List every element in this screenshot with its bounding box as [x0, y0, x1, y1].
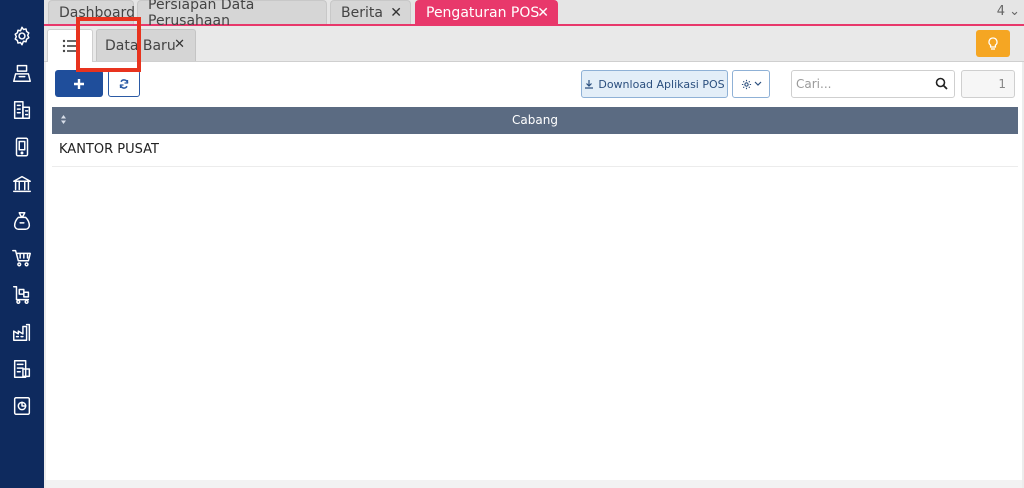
tab-berita[interactable]: Berita ✕ — [330, 0, 411, 24]
cashier-icon[interactable] — [10, 61, 34, 85]
download-pos-app-button[interactable]: Download Aplikasi POS — [581, 70, 728, 98]
tab-dashboard[interactable]: Dashboard — [48, 0, 135, 24]
list-view-tab[interactable] — [47, 29, 93, 62]
tab-label: Pengaturan POS — [426, 4, 540, 21]
subtab-bar: Data Baru ✕ — [44, 26, 1024, 62]
tab-bar: Dashboard Persiapan Data Perusahaan Beri… — [44, 0, 1024, 29]
column-header-cabang[interactable]: Cabang — [52, 107, 1018, 134]
add-button[interactable] — [55, 70, 103, 97]
sidebar — [0, 0, 44, 488]
report-icon[interactable] — [10, 394, 34, 418]
bank-icon[interactable] — [10, 172, 34, 196]
sort-icon[interactable] — [60, 114, 67, 125]
close-icon[interactable]: ✕ — [537, 5, 549, 21]
lightbulb-button[interactable] — [976, 30, 1010, 57]
main-area: Dashboard Persiapan Data Perusahaan Beri… — [44, 0, 1024, 488]
search-icon[interactable] — [935, 77, 948, 90]
download-label: Download Aplikasi POS — [598, 77, 725, 91]
plus-icon — [74, 78, 84, 89]
search-input[interactable] — [796, 75, 932, 93]
settings-dropdown-button[interactable] — [732, 70, 770, 98]
factory-icon[interactable] — [10, 320, 34, 344]
table-row[interactable]: KANTOR PUSAT — [52, 134, 1018, 167]
tab-label: Dashboard — [59, 4, 135, 21]
chevron-down-icon — [754, 81, 761, 86]
tab-label: Data Baru — [105, 37, 176, 54]
tab-label: Berita — [341, 4, 383, 21]
page-number-field[interactable]: 1 — [961, 70, 1015, 98]
tax-document-icon[interactable] — [10, 357, 34, 381]
toolbar: Download Aplikasi POS 1 — [46, 62, 1022, 106]
gear-icon — [741, 79, 751, 89]
gear-icon[interactable] — [10, 24, 34, 48]
tab-data-baru[interactable]: Data Baru ✕ — [96, 29, 196, 61]
building-icon[interactable] — [10, 98, 34, 122]
chevron-down-icon: ⌄ — [1004, 4, 1020, 19]
refresh-icon — [119, 78, 129, 89]
tab-persiapan-data-perusahaan[interactable]: Persiapan Data Perusahaan — [137, 0, 327, 29]
horizontal-scrollbar[interactable] — [46, 480, 1022, 488]
lightbulb-icon — [988, 36, 998, 50]
close-icon[interactable]: ✕ — [390, 5, 402, 21]
money-bag-icon[interactable] — [10, 209, 34, 233]
list-icon — [62, 39, 77, 53]
tab-count-badge[interactable]: 4 ⌄ — [997, 4, 1020, 19]
tab-count-value: 4 — [996, 4, 1005, 19]
content-panel: Download Aplikasi POS 1 — [46, 62, 1022, 488]
tab-label: Persiapan Data Perusahaan — [148, 0, 255, 29]
shopping-cart-icon[interactable] — [10, 246, 34, 270]
refresh-button[interactable] — [108, 70, 140, 97]
cart-trolley-icon[interactable] — [10, 283, 34, 307]
tab-pengaturan-pos[interactable]: Pengaturan POS ✕ — [415, 0, 558, 24]
download-icon — [585, 80, 594, 89]
cell-cabang: KANTOR PUSAT — [59, 142, 159, 157]
search-box — [791, 70, 955, 98]
mobile-device-icon[interactable] — [10, 135, 34, 159]
grid-header: Cabang — [52, 107, 1018, 134]
close-icon[interactable]: ✕ — [174, 37, 185, 52]
